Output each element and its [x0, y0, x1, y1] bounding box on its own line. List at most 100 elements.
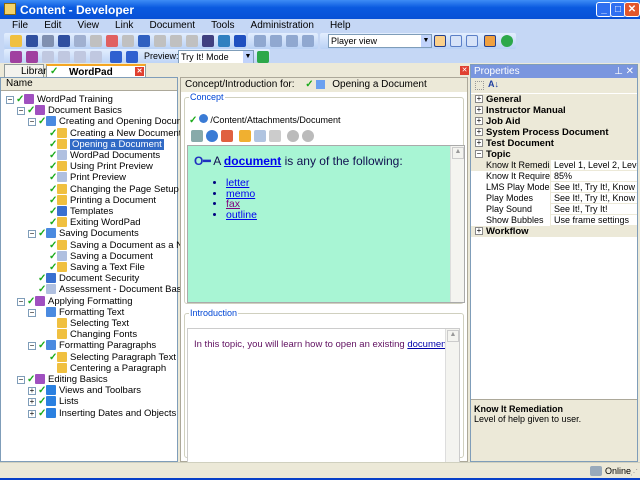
- tree-item[interactable]: ✓ WordPad Documents: [1, 150, 177, 161]
- tree-item[interactable]: ✓ Saving a Document as a New File: [1, 239, 213, 251]
- property-row[interactable]: LMS Play ModesSee It!, Try It!, Know It?: [471, 182, 637, 193]
- tree-item[interactable]: ✓ Print Preview: [1, 172, 177, 183]
- tree-item[interactable]: + ✓ Views and Toolbars: [1, 385, 177, 396]
- property-value[interactable]: 85%: [552, 171, 637, 182]
- import-icon[interactable]: [302, 35, 314, 47]
- close-button[interactable]: ✕: [624, 2, 640, 17]
- property-row[interactable]: Show Bubbles Use frame settings: [471, 215, 637, 226]
- expand-icon[interactable]: +: [28, 409, 36, 418]
- property-category[interactable]: + General: [471, 94, 637, 105]
- tree-item[interactable]: ✓ Exiting WordPad: [1, 217, 177, 228]
- tree-item[interactable]: ✓ Opening a Document: [1, 138, 177, 150]
- tree-item[interactable]: + ✓ Lists: [1, 396, 177, 407]
- collapse-icon[interactable]: −: [28, 118, 36, 127]
- copy-icon[interactable]: [74, 35, 86, 47]
- help-icon[interactable]: [234, 35, 246, 47]
- close-properties-icon[interactable]: ✕: [626, 65, 634, 78]
- menu-tools[interactable]: Tools: [211, 19, 234, 33]
- expand-icon[interactable]: +: [475, 128, 483, 136]
- move-up-icon[interactable]: [110, 51, 122, 63]
- spelling-icon[interactable]: [218, 35, 230, 47]
- indent-icon[interactable]: [170, 35, 182, 47]
- collapse-icon[interactable]: −: [17, 107, 25, 116]
- tree-item[interactable]: ✓ Selecting Paragraph Text: [1, 351, 177, 363]
- concept-scrollbar[interactable]: ▲: [450, 146, 464, 302]
- tree-item[interactable]: − Formatting Text: [1, 306, 177, 318]
- sort-alphabetical-icon[interactable]: A↓: [488, 79, 499, 89]
- tree-item[interactable]: ✓ Document Security: [1, 273, 177, 284]
- close-editor-icon[interactable]: ✕: [460, 66, 469, 75]
- outdent-icon[interactable]: [186, 35, 198, 47]
- tree-item[interactable]: ✓ Using Print Preview: [1, 161, 177, 172]
- menu-file[interactable]: File: [12, 19, 28, 33]
- property-category[interactable]: + Instructor Manual: [471, 105, 637, 116]
- property-category[interactable]: + Test Document: [471, 138, 637, 149]
- property-row[interactable]: Play ModesSee It!, Try It!, Know It...: [471, 193, 637, 204]
- layout-split-icon[interactable]: [466, 35, 478, 47]
- property-value[interactable]: Use frame settings: [552, 215, 637, 226]
- tree-item[interactable]: ✓ Changing the Page Setup: [1, 183, 179, 195]
- menu-document[interactable]: Document: [149, 19, 195, 33]
- menu-edit[interactable]: Edit: [44, 19, 61, 33]
- go-preview-icon[interactable]: [257, 51, 269, 63]
- tree-item[interactable]: ✓ Assessment - Document Basics: [1, 284, 193, 295]
- pencil-icon[interactable]: [239, 130, 251, 142]
- tree-item[interactable]: − ✓ Formatting Paragraphs: [1, 340, 177, 351]
- property-category[interactable]: − Topic: [471, 149, 637, 160]
- tree-item[interactable]: ✓ Saving a Document: [1, 250, 177, 262]
- property-row[interactable]: Know It Required %85%: [471, 171, 637, 182]
- tree-item[interactable]: − ✓ Editing Basics: [1, 374, 177, 385]
- tab-library[interactable]: Library: [4, 64, 52, 78]
- preview-mode-select[interactable]: Try It! Mode ▼: [178, 50, 254, 64]
- tree-item[interactable]: ✓ Printing a Document: [1, 194, 177, 206]
- find-icon[interactable]: [202, 35, 214, 47]
- menu-link[interactable]: Link: [115, 19, 133, 33]
- introduction-scrollbar[interactable]: ▲: [445, 329, 459, 462]
- tree-item[interactable]: + ✓ Inserting Dates and Objects: [1, 407, 177, 419]
- property-row[interactable]: Know It RemediationLevel 1, Level 2, Lev…: [471, 160, 637, 171]
- cut-icon[interactable]: [58, 35, 70, 47]
- tree-item[interactable]: − ✓ Applying Formatting: [1, 295, 177, 307]
- menu-help[interactable]: Help: [330, 19, 351, 33]
- tree-item[interactable]: − ✓ Saving Documents: [1, 228, 177, 239]
- pin-icon[interactable]: ⊥: [614, 65, 623, 78]
- collapse-icon[interactable]: −: [6, 96, 14, 104]
- scroll-up-icon[interactable]: ▲: [447, 330, 459, 342]
- export-icon[interactable]: [286, 35, 298, 47]
- web-page-icon[interactable]: [206, 130, 218, 142]
- collapse-icon[interactable]: −: [475, 150, 483, 158]
- expand-icon[interactable]: +: [28, 398, 36, 407]
- collapse-icon[interactable]: −: [28, 342, 36, 351]
- tree-item[interactable]: − ✓ WordPad Training: [1, 94, 177, 105]
- save-icon[interactable]: [26, 35, 38, 47]
- open-icon[interactable]: [10, 35, 22, 47]
- expand-icon[interactable]: +: [475, 139, 483, 147]
- property-category[interactable]: + Workflow: [471, 226, 637, 237]
- tree-header-name[interactable]: Name: [1, 78, 177, 91]
- outline-link[interactable]: outline: [226, 209, 257, 221]
- resize-grip[interactable]: ⋰: [630, 468, 638, 477]
- concept-content[interactable]: O━ A document is any of the following: l…: [187, 145, 465, 303]
- tab-wordpad-training[interactable]: ✓WordPad Training✕: [46, 64, 146, 89]
- paste-icon[interactable]: [90, 35, 102, 47]
- unlink-icon[interactable]: [221, 130, 233, 142]
- collapse-icon[interactable]: −: [17, 297, 25, 306]
- view-select[interactable]: Player view ▼: [328, 34, 432, 48]
- duplicate-icon[interactable]: [122, 35, 134, 47]
- expand-icon[interactable]: +: [475, 95, 483, 103]
- property-value[interactable]: See It!, Try It!, Know It...: [552, 193, 637, 204]
- menu-administration[interactable]: Administration: [251, 19, 314, 33]
- categorized-icon[interactable]: [475, 81, 484, 90]
- undo-icon[interactable]: [138, 35, 150, 47]
- property-value[interactable]: See It!, Try It!, Know It?: [552, 182, 637, 193]
- new-document-icon[interactable]: [58, 51, 70, 63]
- property-category[interactable]: + System Process Document: [471, 127, 637, 138]
- property-category[interactable]: + Job Aid: [471, 116, 637, 127]
- tree-item[interactable]: Centering a Paragraph: [1, 362, 177, 374]
- tree-item[interactable]: ✓ Saving a Text File: [1, 262, 177, 273]
- new-question-icon[interactable]: [74, 51, 86, 63]
- new-topic-icon[interactable]: [42, 51, 54, 63]
- introduction-content[interactable]: In this topic, you will learn how to ope…: [187, 328, 460, 463]
- package-icon[interactable]: [254, 130, 266, 142]
- property-row[interactable]: Play Sound See It!, Try It!: [471, 204, 637, 215]
